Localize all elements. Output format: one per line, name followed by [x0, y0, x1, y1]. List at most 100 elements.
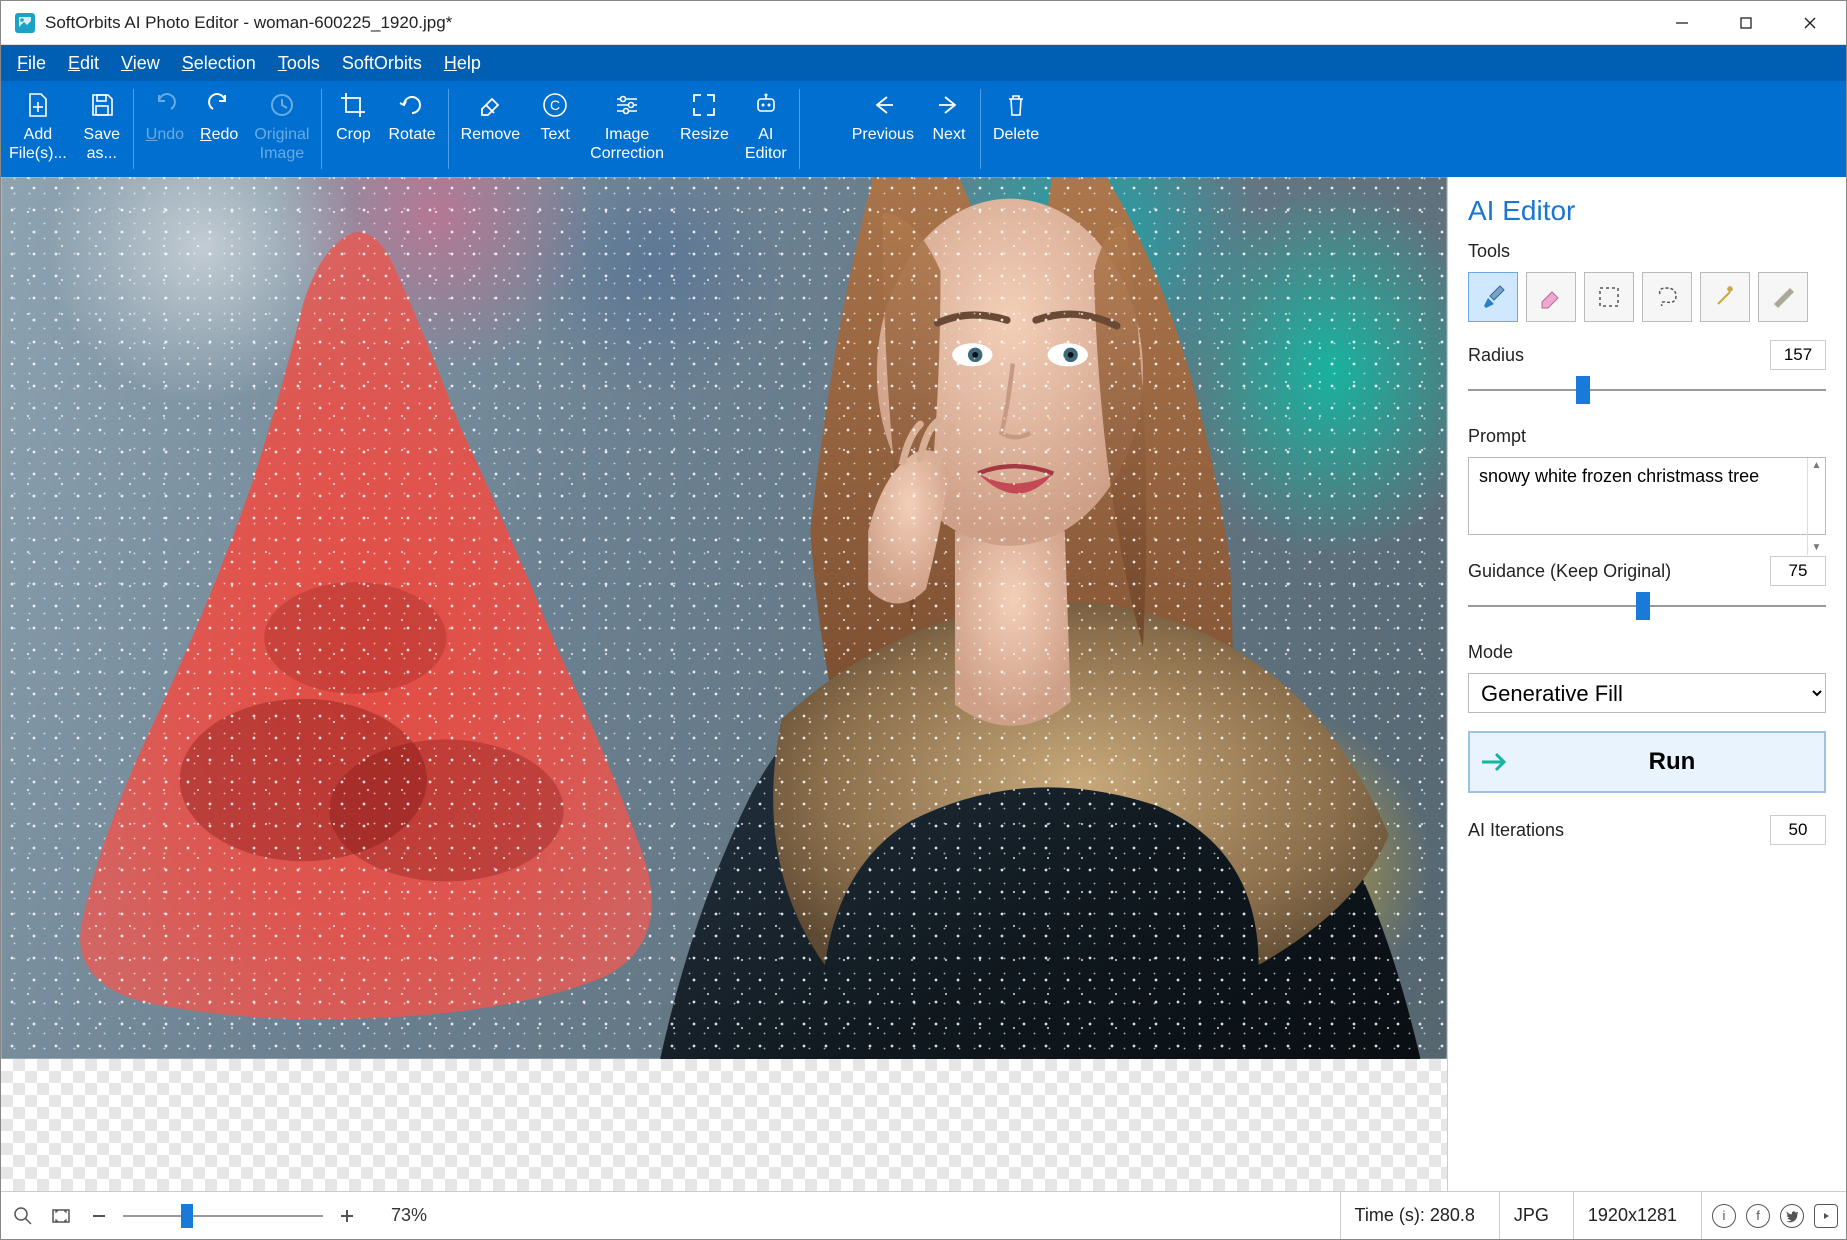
window-controls: [1650, 1, 1842, 45]
toolbar-separator: [448, 89, 449, 169]
save-as-label: Save as...: [84, 125, 120, 163]
guidance-label: Guidance (Keep Original): [1468, 561, 1671, 582]
menu-tools[interactable]: Tools: [268, 49, 330, 78]
run-arrow-icon: [1470, 750, 1520, 774]
previous-button[interactable]: Previous: [844, 81, 922, 177]
radius-slider[interactable]: [1468, 376, 1826, 404]
undo-button[interactable]: Undo: [138, 81, 192, 177]
run-label: Run: [1520, 748, 1824, 776]
app-window: SoftOrbits AI Photo Editor - woman-60022…: [0, 0, 1847, 1240]
add-file-icon: [22, 89, 54, 121]
image-correction-label: Image Correction: [590, 125, 664, 163]
undo-label: Undo: [146, 125, 184, 144]
next-button[interactable]: Next: [922, 81, 976, 177]
gradient-tool[interactable]: [1758, 272, 1808, 322]
ai-editor-panel: AI Editor Tools: [1448, 177, 1846, 1191]
guidance-slider[interactable]: [1468, 592, 1826, 620]
ai-editor-label: AI Editor: [745, 125, 787, 163]
original-image-label: Original Image: [254, 125, 309, 163]
ai-editor-button[interactable]: AI Editor: [737, 81, 795, 177]
text-button[interactable]: C Text: [528, 81, 582, 177]
canvas-viewport[interactable]: [1, 177, 1447, 1191]
magic-wand-tool[interactable]: [1700, 272, 1750, 322]
twitter-icon[interactable]: [1780, 1204, 1804, 1228]
zoom-level: 73%: [391, 1205, 427, 1226]
prompt-scrollbar[interactable]: ▲▼: [1807, 458, 1825, 555]
text-label: Text: [541, 125, 570, 144]
remove-button[interactable]: Remove: [453, 81, 529, 177]
close-button[interactable]: [1778, 1, 1842, 45]
transparent-area: [1, 1059, 1447, 1191]
delete-button[interactable]: Delete: [985, 81, 1047, 177]
lasso-tool[interactable]: [1642, 272, 1692, 322]
window-title: SoftOrbits AI Photo Editor - woman-60022…: [45, 13, 1650, 33]
save-as-button[interactable]: Save as...: [75, 81, 129, 177]
toolbar: Add File(s)... Save as... Undo Redo Orig…: [1, 81, 1846, 177]
facebook-icon[interactable]: f: [1746, 1204, 1770, 1228]
redo-icon: [203, 89, 235, 121]
previous-label: Previous: [852, 125, 914, 144]
zoom-out-button[interactable]: [85, 1202, 113, 1230]
info-icon[interactable]: i: [1712, 1204, 1736, 1228]
photo: [1, 177, 1447, 1059]
menu-help[interactable]: Help: [434, 49, 491, 78]
canvas-area: [1, 177, 1448, 1191]
brush-tool[interactable]: [1468, 272, 1518, 322]
toolbar-separator: [321, 89, 322, 169]
zoom-actual-button[interactable]: [9, 1202, 37, 1230]
iterations-label: AI Iterations: [1468, 820, 1564, 841]
eraser-tool[interactable]: [1526, 272, 1576, 322]
tools-label: Tools: [1468, 241, 1826, 262]
guidance-input[interactable]: [1770, 556, 1826, 586]
rotate-label: Rotate: [388, 125, 435, 144]
arrow-right-icon: [933, 89, 965, 121]
image-dimensions: 1920x1281: [1573, 1192, 1691, 1239]
youtube-icon[interactable]: [1814, 1204, 1838, 1228]
crop-button[interactable]: Crop: [326, 81, 380, 177]
expand-icon: [688, 89, 720, 121]
minimize-button[interactable]: [1650, 1, 1714, 45]
file-format: JPG: [1499, 1192, 1563, 1239]
image-correction-button[interactable]: Image Correction: [582, 81, 672, 177]
menu-softorbits[interactable]: SoftOrbits: [332, 49, 432, 78]
copyright-icon: C: [539, 89, 571, 121]
marquee-tool[interactable]: [1584, 272, 1634, 322]
toolbar-separator: [133, 89, 134, 169]
original-image-button[interactable]: Original Image: [246, 81, 317, 177]
run-button[interactable]: Run: [1468, 731, 1826, 793]
mode-select[interactable]: Generative Fill: [1468, 673, 1826, 713]
zoom-slider[interactable]: [123, 1204, 323, 1228]
next-label: Next: [932, 125, 965, 144]
menu-edit[interactable]: Edit: [58, 49, 109, 78]
delete-label: Delete: [993, 125, 1039, 144]
zoom-in-button[interactable]: [333, 1202, 361, 1230]
iterations-input[interactable]: [1770, 815, 1826, 845]
time-elapsed: Time (s): 280.8: [1340, 1192, 1489, 1239]
menu-selection[interactable]: Selection: [172, 49, 266, 78]
add-files-label: Add File(s)...: [9, 125, 67, 163]
undo-icon: [149, 89, 181, 121]
maximize-button[interactable]: [1714, 1, 1778, 45]
sliders-icon: [611, 89, 643, 121]
crop-label: Crop: [336, 125, 371, 144]
mode-label: Mode: [1468, 642, 1826, 663]
ai-icon: [750, 89, 782, 121]
rotate-button[interactable]: Rotate: [380, 81, 443, 177]
redo-button[interactable]: Redo: [192, 81, 246, 177]
fit-screen-button[interactable]: [47, 1202, 75, 1230]
radius-input[interactable]: [1770, 340, 1826, 370]
resize-button[interactable]: Resize: [672, 81, 737, 177]
crop-icon: [337, 89, 369, 121]
menu-file[interactable]: File: [7, 49, 56, 78]
statusbar: 73% Time (s): 280.8 JPG 1920x1281 i f: [1, 1191, 1846, 1239]
add-files-button[interactable]: Add File(s)...: [1, 81, 75, 177]
eraser-icon: [474, 89, 506, 121]
menu-view[interactable]: View: [111, 49, 170, 78]
save-icon: [86, 89, 118, 121]
app-icon: [13, 11, 37, 35]
rotate-icon: [396, 89, 428, 121]
arrow-left-icon: [867, 89, 899, 121]
prompt-input[interactable]: snowy white frozen christmass tree: [1468, 457, 1826, 535]
snow-overlay: [1, 177, 1447, 1059]
toolbar-separator: [799, 89, 800, 169]
